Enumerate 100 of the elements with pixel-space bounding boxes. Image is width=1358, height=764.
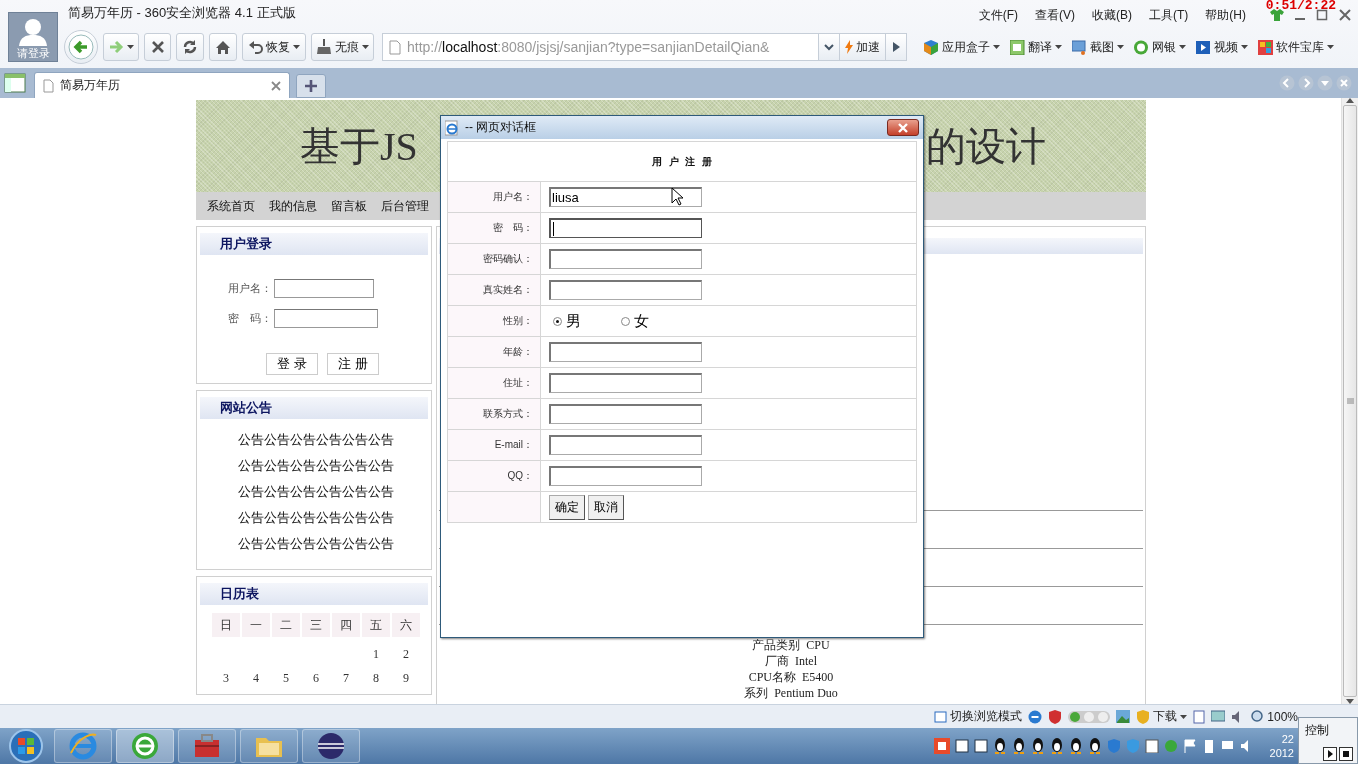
restore-button[interactable]: 恢复 (242, 33, 306, 61)
addon-button[interactable]: 软件宝库 (1258, 38, 1334, 56)
confirm-button[interactable]: 确定 (549, 494, 585, 520)
close-icon[interactable] (1338, 8, 1352, 22)
radio-option[interactable]: 男 (553, 311, 581, 331)
calendar-day[interactable]: 5 (272, 666, 300, 690)
notice-item[interactable]: 公告公告公告公告公告公告 (238, 535, 394, 553)
input-field[interactable] (549, 435, 702, 455)
penguin-icon[interactable] (993, 738, 1007, 754)
home-button[interactable] (209, 33, 237, 61)
radio-option[interactable]: 女 (621, 311, 649, 331)
login-button[interactable]: 登 录 (266, 353, 318, 375)
input-field[interactable] (549, 404, 702, 424)
document-icon[interactable] (1145, 739, 1159, 753)
caret-icon (362, 45, 369, 49)
calendar-day[interactable]: 9 (392, 666, 420, 690)
dropdown-button[interactable] (818, 33, 840, 61)
penguin-icon[interactable] (1012, 738, 1026, 754)
input-field[interactable] (549, 342, 702, 362)
penguin-icon[interactable] (1031, 738, 1045, 754)
close-button[interactable] (887, 119, 919, 136)
input-method-icon[interactable] (934, 738, 950, 754)
menu-item[interactable]: 帮助(H) (1205, 6, 1246, 24)
calendar-day[interactable]: 6 (302, 666, 330, 690)
document-icon[interactable] (1193, 709, 1206, 724)
calendar-day[interactable]: 7 (332, 666, 360, 690)
notice-item[interactable]: 公告公告公告公告公告公告 (238, 509, 394, 527)
addon-button[interactable]: 应用盒子 (924, 38, 1000, 56)
input-field[interactable] (549, 466, 702, 486)
browser-e-icon[interactable] (1028, 709, 1043, 724)
play-icon[interactable] (1323, 747, 1337, 761)
weekday-header: 二 (272, 613, 300, 637)
nav-link[interactable]: 后台管理 (381, 197, 429, 215)
input-field[interactable] (549, 249, 702, 269)
sidebar-icon[interactable] (4, 73, 26, 93)
notice-item[interactable]: 公告公告公告公告公告公告 (238, 431, 394, 449)
nav-link[interactable]: 系统首页 (207, 197, 255, 215)
play-icon (892, 42, 900, 52)
browser-tab[interactable]: 简易万年历 (34, 72, 290, 98)
input-field[interactable] (549, 280, 702, 300)
calendar-day[interactable]: 2 (392, 642, 420, 666)
tshirt-icon[interactable] (1270, 9, 1284, 21)
input-field[interactable] (549, 218, 702, 238)
calendar-day[interactable]: 1 (362, 642, 390, 666)
play-button[interactable] (885, 33, 907, 61)
close-icon[interactable] (271, 80, 281, 91)
field-label: 联系方式： (483, 408, 533, 419)
menu-item[interactable]: 收藏(B) (1092, 6, 1132, 24)
radio-button[interactable] (621, 316, 630, 326)
addon-button[interactable]: 视频 (1196, 38, 1248, 56)
penguin-icon[interactable] (1069, 738, 1083, 754)
monitor-icon[interactable] (1211, 709, 1226, 724)
username-field[interactable] (274, 278, 374, 298)
cancel-button[interactable]: 取消 (588, 494, 624, 520)
taskbar-app-button[interactable] (302, 729, 360, 763)
toggle-icon[interactable] (1068, 709, 1111, 724)
menu-item[interactable]: 工具(T) (1149, 6, 1189, 24)
accelerate-button[interactable]: 加速 (839, 33, 886, 61)
menu-item[interactable]: 查看(V) (1035, 6, 1075, 24)
mode-switch-button[interactable]: 切换浏览模式 (934, 708, 1023, 725)
calendar-day[interactable]: 3 (212, 666, 240, 690)
product-info-line: CPU名称 E5400 (748, 669, 834, 685)
window-icon[interactable] (974, 739, 988, 753)
flag-icon[interactable] (1183, 739, 1197, 753)
home-icon (215, 39, 231, 55)
scrollbar-thumb[interactable] (1343, 105, 1357, 697)
scrollbar[interactable] (1341, 98, 1358, 704)
window-icon[interactable] (955, 739, 969, 753)
magnifier-icon (1251, 710, 1265, 723)
penguin-icon[interactable] (1088, 738, 1102, 754)
addon-button[interactable]: 网银 (1134, 38, 1186, 56)
taskbar-app-button[interactable] (178, 729, 236, 763)
penguin-icon[interactable] (1050, 738, 1064, 754)
zoom-button[interactable]: 100% (1251, 709, 1298, 724)
radio-button[interactable] (553, 316, 562, 326)
input-field[interactable] (549, 373, 702, 393)
stop-icon[interactable] (1339, 747, 1353, 761)
back-button[interactable] (64, 30, 98, 64)
addon-button[interactable]: 截图 (1072, 38, 1124, 56)
address-field[interactable]: http://localhost:8080/jsjsj/sanjian?type=sanjianDetailQian& (382, 33, 819, 61)
maximize-icon[interactable] (1316, 9, 1328, 21)
stop-button[interactable] (144, 33, 171, 61)
shield-icon[interactable] (1048, 709, 1063, 724)
password-field[interactable] (274, 308, 378, 328)
start-orb-icon[interactable] (8, 728, 44, 764)
nav-link[interactable]: 我的信息 (269, 197, 317, 215)
notice-item[interactable]: 公告公告公告公告公告公告 (238, 457, 394, 475)
addon-button[interactable]: 翻译 (1010, 38, 1062, 56)
refresh-button[interactable] (176, 33, 204, 61)
input-field[interactable]: liusa (549, 187, 702, 207)
calendar-day[interactable]: 8 (362, 666, 390, 690)
new-tab-button[interactable] (296, 74, 326, 98)
menu-item[interactable]: 文件(F) (978, 6, 1018, 24)
register-button[interactable]: 注 册 (327, 353, 379, 375)
calendar-day[interactable]: 4 (242, 666, 270, 690)
image-icon[interactable] (1116, 710, 1131, 723)
nav-link[interactable]: 留言板 (331, 197, 367, 215)
notice-item[interactable]: 公告公告公告公告公告公告 (238, 483, 394, 501)
incognito-button[interactable]: 无痕 (311, 33, 374, 61)
download-button[interactable]: 下载 (1136, 708, 1188, 725)
